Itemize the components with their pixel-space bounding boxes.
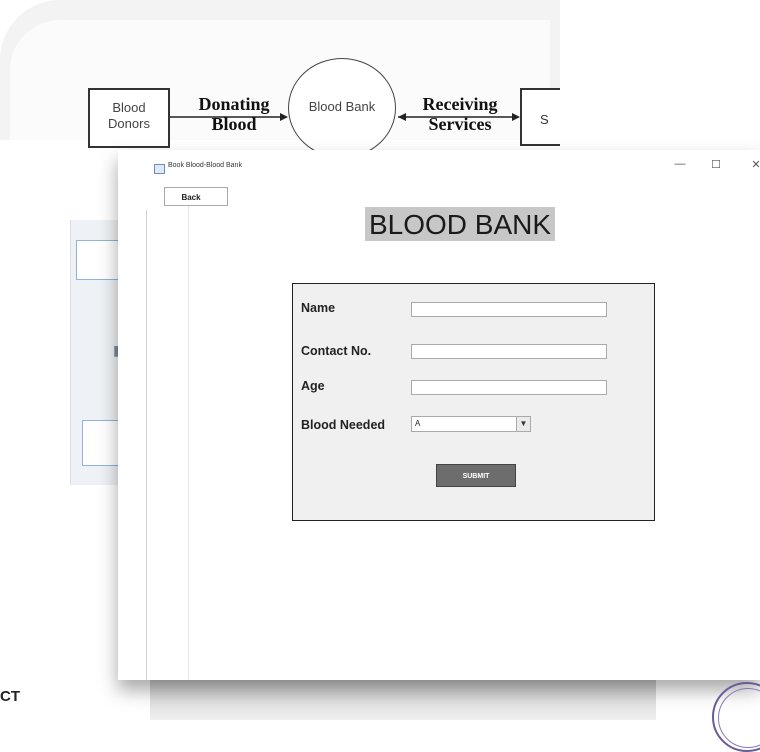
window-title: Book Blood-Blood Bank <box>168 162 242 169</box>
s-label: S <box>540 112 549 127</box>
arrow-head-right <box>512 113 520 121</box>
bank-label: Blood Bank <box>308 99 376 114</box>
left-divider <box>146 210 147 680</box>
app-icon <box>154 164 165 174</box>
left-divider-2 <box>188 190 189 680</box>
contact-label: Contact No. <box>301 344 372 358</box>
receiving-label: Receiving Services <box>422 94 498 134</box>
window-shadow-strip <box>150 680 656 720</box>
minimize-button[interactable]: — <box>670 158 690 170</box>
age-input[interactable] <box>411 380 607 395</box>
title-bar: Book Blood-Blood Bank — ☐ ✕ <box>118 150 760 178</box>
back-button[interactable]: Back <box>164 187 228 206</box>
arrow-head-donating <box>280 113 288 121</box>
s-box: S <box>520 88 560 146</box>
contact-input[interactable] <box>411 344 607 359</box>
arrow-head-left <box>398 113 406 121</box>
blood-needed-label: Blood Needed <box>301 418 386 432</box>
blood-needed-select[interactable]: A ▼ <box>411 416 531 432</box>
donating-label: Donating Blood <box>198 94 270 134</box>
bank-circle: Blood Bank <box>288 58 396 158</box>
name-label: Name <box>301 301 336 315</box>
age-label: Age <box>301 379 325 393</box>
flow-diagram: Blood Donors Donating Blood Blood Bank R… <box>0 0 760 160</box>
submit-button[interactable]: SUBMIT <box>436 464 516 487</box>
maximize-button[interactable]: ☐ <box>706 158 726 171</box>
app-window: Book Blood-Blood Bank — ☐ ✕ Back BLOOD B… <box>118 150 760 680</box>
close-button[interactable]: ✕ <box>746 158 760 171</box>
slide-footer-text: CT <box>0 688 20 705</box>
page-title: BLOOD BANK <box>365 207 556 241</box>
chevron-down-icon[interactable]: ▼ <box>516 417 530 431</box>
blood-needed-value: A <box>415 419 421 428</box>
booking-form: Name Contact No. Age Blood Needed A ▼ SU… <box>292 283 655 521</box>
name-input[interactable] <box>411 302 607 317</box>
